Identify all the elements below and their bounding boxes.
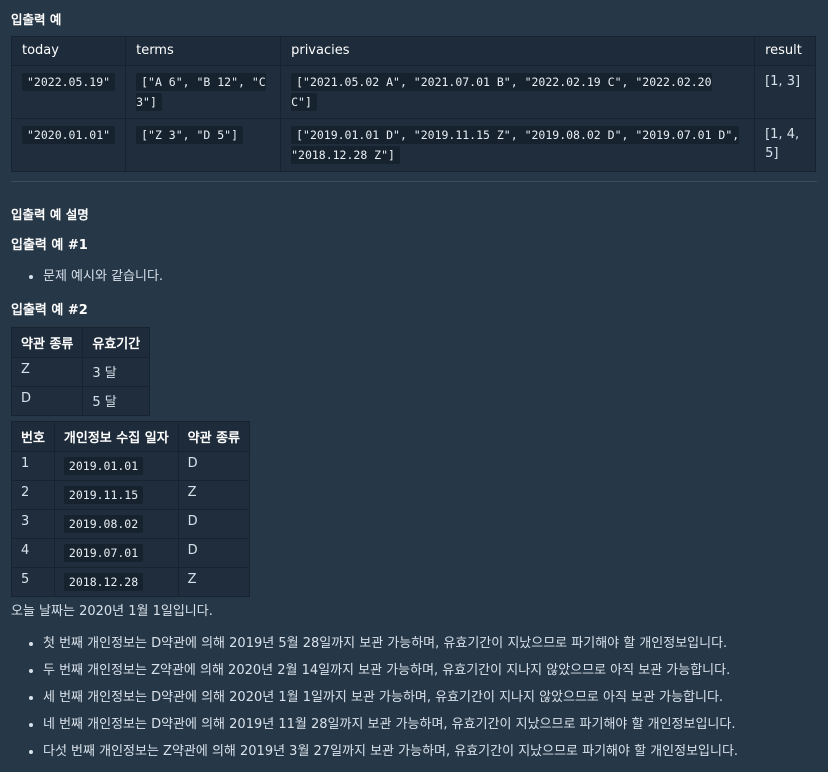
cell-privacies: ["2019.01.01 D", "2019.11.15 Z", "2019.0… [280,118,756,172]
list-item: 다섯 번째 개인정보는 Z약관에 의해 2019년 3월 27일까지 보관 가능… [43,743,738,770]
terms-table: 약관 종류 유효기간 Z 3 달 D 5 달 [10,327,151,416]
cell-number: 5 [11,567,55,597]
divider [11,181,817,182]
table-row: D 5 달 [10,386,151,416]
cell-today: "2020.01.01" [10,118,127,172]
header-terms: terms [125,36,282,66]
list-item: 문제 예시와 같습니다. [43,265,163,284]
table-row: 5 2018.12.28 Z [11,567,251,597]
cell-collect-date: 2019.11.15 [53,480,179,510]
header-validity: 유효기간 [82,327,151,358]
cell-term-type: D [177,538,251,568]
today-text: 오늘 날짜는 2020년 1월 1일입니다. [11,604,213,619]
header-collect-date: 개인정보 수집 일자 [53,421,179,452]
table-row: Z 3 달 [10,357,151,387]
cell-term-type: Z [10,357,84,387]
header-term-type: 약관 종류 [177,421,251,452]
cell-collect-date: 2019.01.01 [53,451,179,481]
cell-term-type: D [10,386,84,416]
cell-term-type: Z [177,480,251,510]
table-row: 4 2019.07.01 D [11,538,251,568]
cell-collect-date: 2019.07.01 [53,538,179,568]
cell-number: 3 [11,509,55,539]
example2-title: 입출력 예 #2 [11,303,88,318]
cell-terms: ["Z 3", "D 5"] [125,118,282,172]
cell-result: [1, 4, 5] [754,118,816,172]
cell-terms: ["A 6", "B 12", "C 3"] [125,65,282,119]
header-today: today [10,36,127,66]
table-row: "2022.05.19" ["A 6", "B 12", "C 3"] ["20… [10,65,816,119]
table-header-row: today terms privacies result [10,36,816,66]
header-result: result [754,36,816,66]
privacy-table: 번호 개인정보 수집 일자 약관 종류 1 2019.01.01 D 2 201… [11,421,251,597]
table-row: "2020.01.01" ["Z 3", "D 5"] ["2019.01.01… [10,118,816,172]
example2-list: 첫 번째 개인정보는 D약관에 의해 2019년 5월 28일까지 보관 가능하… [23,635,738,770]
cell-collect-date: 2019.08.02 [53,509,179,539]
description-title: 입출력 예 설명 [11,207,89,222]
table-row: 2 2019.11.15 Z [11,480,251,510]
list-item: 세 번째 개인정보는 D약관에 의해 2020년 1월 1일까지 보관 가능하며… [43,689,738,716]
cell-term-type: D [177,451,251,481]
cell-term-type: Z [177,567,251,597]
examples-table: today terms privacies result "2022.05.19… [10,36,816,172]
cell-privacies: ["2021.05.02 A", "2021.07.01 B", "2022.0… [280,65,756,119]
table-header-row: 약관 종류 유효기간 [10,327,151,358]
cell-term-type: D [177,509,251,539]
table-header-row: 번호 개인정보 수집 일자 약관 종류 [11,421,251,452]
cell-number: 4 [11,538,55,568]
list-item: 두 번째 개인정보는 Z약관에 의해 2020년 2월 14일까지 보관 가능하… [43,662,738,689]
cell-validity: 5 달 [82,386,151,416]
section-title: 입출력 예 [11,12,62,27]
example1-title: 입출력 예 #1 [11,238,88,253]
list-item: 첫 번째 개인정보는 D약관에 의해 2019년 5월 28일까지 보관 가능하… [43,635,738,662]
cell-result: [1, 3] [754,65,816,119]
header-number: 번호 [11,421,55,452]
cell-validity: 3 달 [82,357,151,387]
cell-collect-date: 2018.12.28 [53,567,179,597]
cell-today: "2022.05.19" [10,65,127,119]
list-item: 네 번째 개인정보는 D약관에 의해 2019년 11월 28일까지 보관 가능… [43,716,738,743]
table-row: 3 2019.08.02 D [11,509,251,539]
header-privacies: privacies [280,36,756,66]
cell-number: 2 [11,480,55,510]
table-row: 1 2019.01.01 D [11,451,251,481]
header-term-type: 약관 종류 [10,327,84,358]
example1-list: 문제 예시와 같습니다. [23,265,163,284]
cell-number: 1 [11,451,55,481]
